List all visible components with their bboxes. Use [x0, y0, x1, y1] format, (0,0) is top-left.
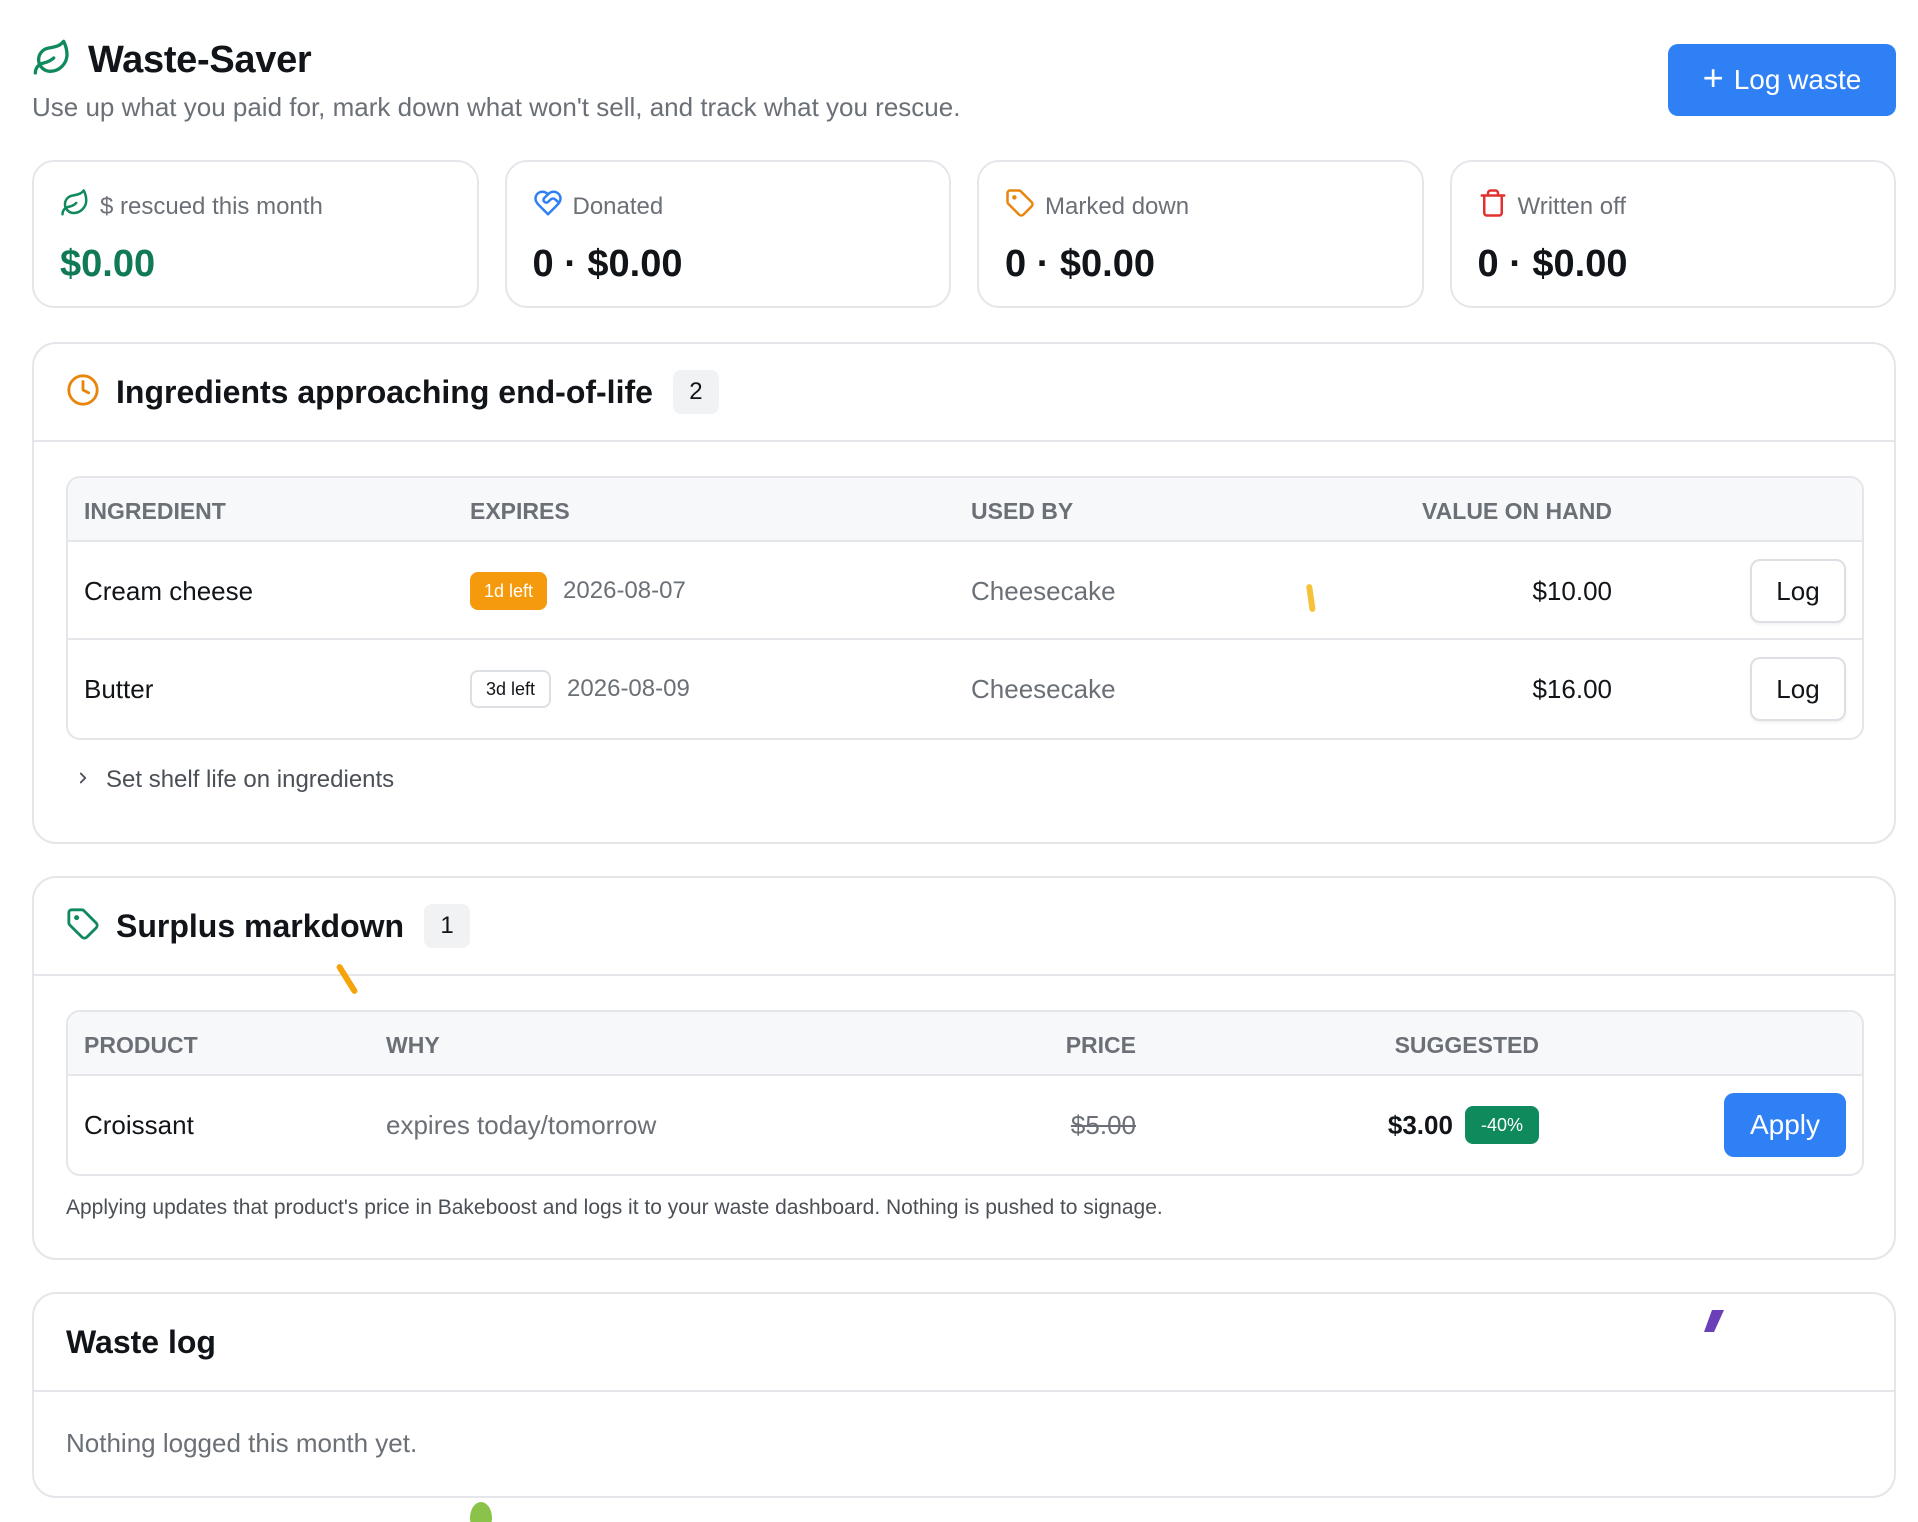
column-header: VALUE ON HAND: [1422, 498, 1612, 524]
expiry-date: 2026-08-09: [567, 675, 690, 702]
column-header: PRODUCT: [84, 1032, 198, 1058]
ingredients-table: INGREDIENT EXPIRES USED BY VALUE ON HAND…: [66, 476, 1864, 740]
page-header: Waste-Saver Use up what you paid for, ma…: [32, 0, 1896, 150]
suggested-cell: $3.00 -40%: [1388, 1076, 1539, 1174]
markdown-table: PRODUCT WHY PRICE SUGGESTED Croissant ex…: [66, 1010, 1864, 1176]
trash-icon: [1478, 188, 1508, 225]
section-header: Ingredients approaching end-of-life 2: [34, 344, 1894, 442]
original-price: $5.00: [1070, 1109, 1136, 1140]
plus-icon: +: [1702, 57, 1724, 98]
stat-value: 0 · $0.00: [1005, 243, 1155, 285]
column-header: WHY: [386, 1032, 440, 1058]
column-header: USED BY: [971, 498, 1074, 524]
log-waste-button[interactable]: + Log waste: [1668, 44, 1896, 116]
stat-label: Written off: [1517, 192, 1627, 220]
ingredients-section: Ingredients approaching end-of-life 2 IN…: [32, 342, 1896, 844]
column-header: INGREDIENT: [84, 498, 226, 524]
confetti-piece: [1306, 584, 1316, 612]
ingredient-name: Butter: [84, 673, 154, 704]
toggle-label: Set shelf life on ingredients: [106, 766, 395, 793]
apply-button[interactable]: Apply: [1724, 1093, 1846, 1157]
table-header: INGREDIENT EXPIRES USED BY VALUE ON HAND: [68, 478, 1862, 542]
discount-badge: -40%: [1464, 1106, 1539, 1144]
heart-handshake-icon: [533, 188, 563, 225]
expiry-date: 2026-08-07: [563, 577, 686, 604]
used-by: Cheesecake: [971, 575, 1116, 606]
column-header: SUGGESTED: [1394, 1032, 1539, 1058]
count-badge: 2: [672, 370, 719, 414]
table-row: Butter 3d left 2026-08-09 Cheesecake $16…: [68, 640, 1862, 738]
stat-card-donated: Donated 0 · $0.00: [504, 160, 951, 308]
column-header: PRICE: [1065, 1032, 1136, 1058]
log-button[interactable]: Log: [1750, 657, 1846, 721]
stat-card-marked-down: Marked down 0 · $0.00: [977, 160, 1424, 308]
shelf-life-toggle[interactable]: Set shelf life on ingredients: [74, 766, 394, 794]
stat-card-written-off: Written off 0 · $0.00: [1449, 160, 1896, 308]
waste-log-section: Waste log Nothing logged this month yet.: [32, 1292, 1896, 1498]
page-subtitle: Use up what you paid for, mark down what…: [32, 92, 961, 122]
section-title: Surplus markdown: [116, 907, 405, 944]
section-header: Waste log: [34, 1294, 1894, 1392]
used-by: Cheesecake: [971, 673, 1116, 704]
leaf-icon: [60, 188, 90, 225]
log-waste-label: Log waste: [1733, 64, 1862, 95]
section-title: Waste log: [66, 1323, 216, 1360]
ingredient-name: Cream cheese: [84, 575, 254, 606]
confetti-piece: [470, 1502, 492, 1522]
stat-value: 0 · $0.00: [532, 243, 683, 285]
markdown-note: Applying updates that product's price in…: [66, 1196, 1163, 1219]
confetti-piece: [336, 964, 358, 994]
days-left-badge: 3d left: [470, 670, 552, 708]
title-row: Waste-Saver: [32, 38, 312, 83]
stat-label: $ rescued this month: [100, 192, 323, 220]
days-left-badge: 1d left: [470, 572, 548, 610]
expires-cell: 3d left 2026-08-09: [470, 640, 690, 738]
stat-cards: $ rescued this month $0.00 Donated 0 · $…: [32, 160, 1896, 308]
confetti-piece: [1704, 1310, 1724, 1332]
empty-state: Nothing logged this month yet.: [66, 1428, 418, 1458]
expires-cell: 1d left 2026-08-07: [470, 542, 686, 640]
value-on-hand: $10.00: [1532, 575, 1612, 606]
product-name: Croissant: [84, 1109, 194, 1140]
stat-card-rescued: $ rescued this month $0.00: [32, 160, 479, 308]
section-title: Ingredients approaching end-of-life: [116, 373, 653, 410]
count-badge: 1: [424, 904, 471, 948]
leaf-icon: [32, 38, 72, 83]
log-cell: Log: [1750, 640, 1846, 738]
column-header: EXPIRES: [470, 498, 570, 524]
tag-icon: [1005, 188, 1035, 225]
waste-saver-page: Waste-Saver Use up what you paid for, ma…: [32, 0, 1896, 1498]
chevron-right-icon: [74, 766, 92, 794]
log-cell: Log: [1750, 542, 1846, 640]
value-on-hand: $16.00: [1532, 673, 1612, 704]
table-row: Croissant expires today/tomorrow $5.00 $…: [68, 1076, 1862, 1174]
stat-label: Marked down: [1045, 192, 1190, 220]
log-button[interactable]: Log: [1750, 559, 1846, 623]
stat-value: $0.00: [60, 243, 156, 285]
section-header: Surplus markdown 1: [34, 878, 1894, 976]
stat-value: 0 · $0.00: [1477, 243, 1628, 285]
markdown-reason: expires today/tomorrow: [386, 1109, 657, 1140]
table-header: PRODUCT WHY PRICE SUGGESTED: [68, 1012, 1862, 1076]
stat-label: Donated: [572, 192, 664, 220]
table-row: Cream cheese 1d left 2026-08-07 Cheeseca…: [68, 542, 1862, 640]
clock-icon: [66, 373, 100, 412]
suggested-price: $3.00: [1387, 1109, 1453, 1140]
apply-cell: Apply: [1724, 1076, 1846, 1174]
page-title: Waste-Saver: [88, 39, 312, 81]
tag-icon: [66, 907, 100, 946]
markdown-section: Surplus markdown 1 PRODUCT WHY PRICE SUG…: [32, 876, 1896, 1260]
